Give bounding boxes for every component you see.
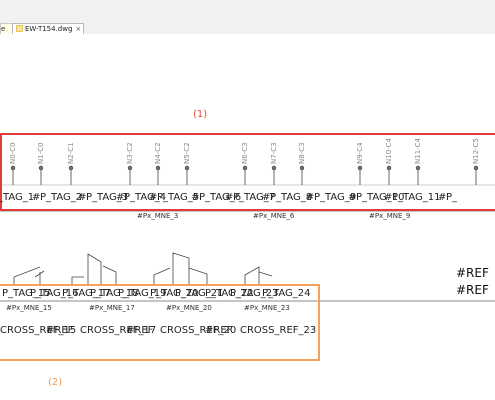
tag-prefix: # (116, 192, 125, 203)
tag-prefix: # (149, 192, 158, 203)
tag-label: P_TAG_11 (392, 193, 441, 203)
tag-prefix: # (32, 192, 41, 203)
tag-prefix: # (384, 192, 393, 203)
ref-label: #REF (456, 283, 489, 297)
annotation-label-1: (1) (193, 109, 208, 120)
pin-label: N9-C4 (356, 142, 364, 164)
pin-label: N10-C4 (385, 137, 393, 164)
cross-ref-prefix: #REF (46, 325, 74, 336)
pin-label: N12-C5 (472, 137, 480, 164)
pin-label: N2-C1 (67, 142, 75, 164)
mnemonic-label: #Px_MNE_15 (6, 304, 52, 312)
mnemonic-label: #Px_MNE_20 (166, 304, 212, 312)
pin-label: N0-C0 (9, 142, 17, 164)
cross-ref-label: CROSS_REF_23 (240, 325, 317, 336)
tag-label: P_TAG_24 (262, 288, 311, 299)
pin-label: N1-C0 (37, 142, 45, 164)
ref-label: #REF (456, 266, 489, 280)
tag-prefix: # (262, 192, 271, 203)
tag-label: P_TAG_2 (40, 193, 83, 203)
mnemonic-label: #Px_MNE_6 (253, 212, 295, 220)
pin-label: N7-C3 (270, 142, 278, 164)
tag-prefix: # (78, 192, 87, 203)
mnemonic-label: #Px_MNE_3 (137, 212, 179, 220)
mnemonic-label: #Px_MNE_23 (244, 304, 290, 312)
pin-label: N3-C2 (126, 142, 134, 164)
pin-label: N5-C2 (183, 142, 191, 164)
pin-label: N6-C3 (241, 142, 249, 164)
tag-label: P_TAG_1 (0, 193, 35, 203)
pin-label: N8-C3 (298, 142, 306, 164)
cross-ref-prefix: #REF (205, 325, 233, 336)
tag-prefix: # (225, 192, 234, 203)
mnemonic-label: #Px_MNE_17 (89, 304, 135, 312)
switch-symbol-4 (172, 252, 190, 285)
switch-symbol-3 (87, 253, 102, 285)
tag-label: P_ (446, 193, 458, 203)
annotation-label-2: (2) (48, 377, 63, 388)
mnemonic-label: #Px_MNE_9 (369, 212, 411, 220)
tag-prefix: # (191, 192, 200, 203)
tag-prefix: # (306, 192, 315, 203)
switch-symbol-5 (244, 266, 260, 285)
tag-prefix: # (438, 192, 447, 203)
pin-label: N4-C2 (154, 142, 162, 164)
cross-ref-prefix: #REF (126, 325, 154, 336)
pin-label: N11-C4 (414, 137, 422, 164)
tag-prefix: # (348, 192, 357, 203)
